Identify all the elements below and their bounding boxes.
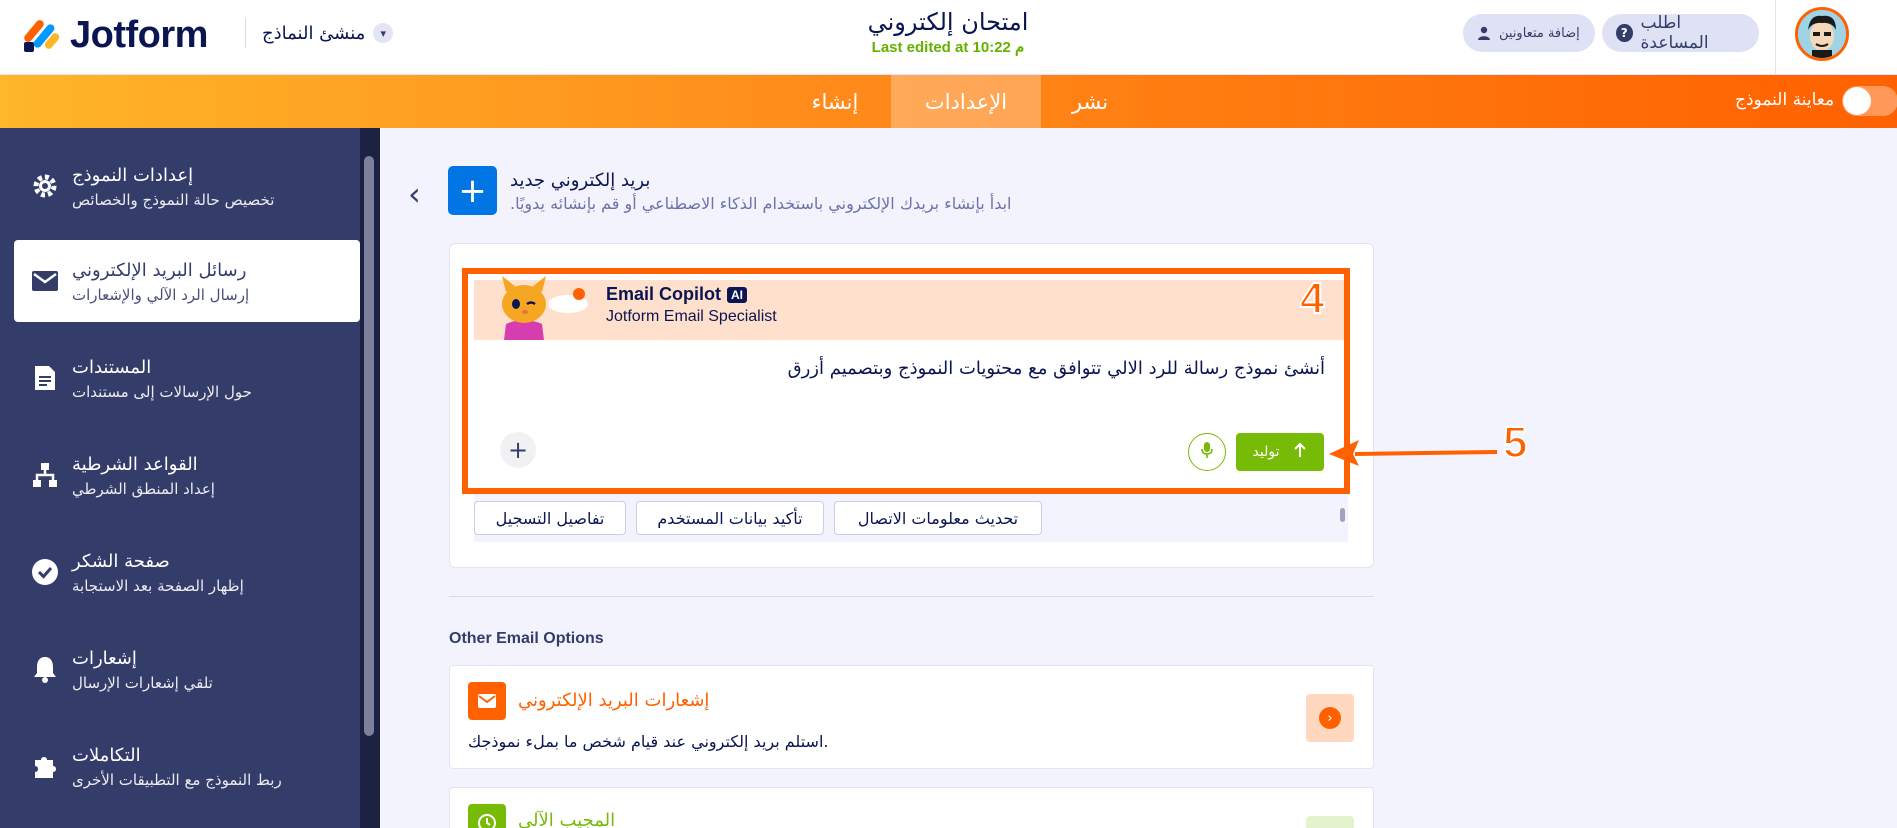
add-collaborators-button[interactable]: إضافة متعاونين <box>1463 14 1595 52</box>
chips-scrollbar[interactable] <box>1340 508 1345 522</box>
form-title-block: امتحان إلكتروني Last edited at 10:22 م <box>848 8 1048 56</box>
help-question-icon: ? <box>1616 24 1633 42</box>
clock-icon <box>468 804 506 828</box>
option-arrow-button[interactable] <box>1306 816 1354 828</box>
tab-publish[interactable]: نشر <box>1045 75 1135 128</box>
sidebar-item-subtitle: إظهار الصفحة بعد الاستجابة <box>72 577 244 595</box>
annotation-marker-4: 4 <box>1299 273 1326 324</box>
sidebar-item-notifications[interactable]: إشعارات تلقي إشعارات الإرسال <box>14 628 360 710</box>
preview-form-label: معاينة النموذج <box>1735 90 1835 110</box>
divider <box>245 18 246 48</box>
sidebar-item-subtitle: ربط النموذج مع التطبيقات الأخرى <box>72 771 282 789</box>
other-email-options-title: Other Email Options <box>449 630 604 647</box>
sidebar-item-subtitle: إرسال الرد الآلي والإشعارات <box>72 286 250 304</box>
option-title: المجيب الآلي <box>518 810 616 828</box>
suggestion-chip[interactable]: تحديث معلومات الاتصال <box>834 501 1042 535</box>
jotform-logo-icon <box>22 16 61 54</box>
form-builder-dropdown[interactable]: منشئ النماذج ▾ <box>262 18 394 48</box>
sidebar-item-title: القواعد الشرطية <box>72 454 198 475</box>
sidebar-item-title: التكاملات <box>72 745 141 766</box>
sidebar-item-form-settings[interactable]: إعدادات النموذج تخصيص حالة النموذج والخص… <box>14 145 360 227</box>
sidebar-item-subtitle: تخصيص حالة النموذج والخصائص <box>72 191 275 209</box>
annotation-arrow-icon <box>1329 440 1498 466</box>
scrollbar-thumb[interactable] <box>364 156 374 736</box>
flow-icon <box>30 460 60 490</box>
sidebar-item-documents[interactable]: المستندات حول الإرسالات إلى مستندات <box>14 337 360 419</box>
annotation-marker-5: 5 <box>1502 417 1529 468</box>
sidebar-item-title: إعدادات النموذج <box>72 165 194 186</box>
option-title: إشعارات البريد الإلكتروني <box>518 690 710 711</box>
add-collaborators-label: إضافة متعاونين <box>1499 25 1580 41</box>
sidebar-item-integrations[interactable]: التكاملات ربط النموذج مع التطبيقات الأخر… <box>14 725 360 807</box>
sidebar-item-conditions[interactable]: القواعد الشرطية إعداد المنطق الشرطي <box>14 434 360 516</box>
form-builder-label: منشئ النماذج <box>262 22 366 44</box>
annotation-highlight-box <box>462 268 1350 494</box>
user-avatar[interactable] <box>1795 7 1849 61</box>
logo-text: Jotform <box>70 13 208 56</box>
jotform-logo[interactable]: Jotform <box>22 10 208 60</box>
get-help-label: اطلب المساعدة <box>1640 13 1709 53</box>
add-new-email-button[interactable]: + <box>448 166 497 215</box>
document-icon <box>30 363 60 393</box>
option-arrow-button[interactable]: › <box>1306 694 1354 742</box>
new-email-subtitle: .ابدأ بإنشاء بريدك الإلكتروني باستخدام ا… <box>510 194 1012 213</box>
tab-build[interactable]: إنشاء <box>790 75 880 128</box>
separator <box>449 596 1374 597</box>
puzzle-icon <box>30 751 60 781</box>
sidebar-item-title: صفحة الشكر <box>72 551 170 572</box>
gear-icon <box>30 171 60 201</box>
user-icon <box>1477 26 1491 40</box>
builder-navbar: إنشاء الإعدادات نشر معاينة النموذج <box>0 75 1897 128</box>
settings-sidebar: إعدادات النموذج تخصيص حالة النموذج والخص… <box>0 128 380 828</box>
suggestion-chip[interactable]: تأكيد بيانات المستخدم <box>636 501 824 535</box>
form-title[interactable]: امتحان إلكتروني <box>848 8 1048 36</box>
preview-form-toggle[interactable] <box>1842 86 1897 116</box>
chevron-right-icon: › <box>1319 707 1341 729</box>
option-card-autoresponder[interactable]: المجيب الآلي <box>449 787 1374 828</box>
back-chevron-icon[interactable]: ‹ <box>408 175 421 213</box>
email-notification-icon <box>468 682 506 720</box>
envelope-icon <box>30 266 60 296</box>
toggle-knob <box>1843 87 1871 115</box>
sidebar-item-thank-you-page[interactable]: صفحة الشكر إظهار الصفحة بعد الاستجابة <box>14 531 360 613</box>
check-circle-icon <box>30 557 60 587</box>
sidebar-item-subtitle: إعداد المنطق الشرطي <box>72 480 215 498</box>
sidebar-item-title: إشعارات <box>72 648 137 669</box>
last-edited-status: Last edited at 10:22 م <box>871 39 1025 56</box>
tab-settings[interactable]: الإعدادات <box>891 75 1041 128</box>
sidebar-scrollbar[interactable] <box>360 128 380 828</box>
bell-icon <box>30 654 60 684</box>
sidebar-item-title: رسائل البريد الإلكتروني <box>72 260 247 281</box>
new-email-title: بريد إلكتروني جديد <box>510 170 651 191</box>
sidebar-item-subtitle: حول الإرسالات إلى مستندات <box>72 383 252 401</box>
top-bar: Jotform منشئ النماذج ▾ امتحان إلكتروني L… <box>0 0 1897 75</box>
option-description: .استلم بريد إلكتروني عند قيام شخص ما بمل… <box>468 732 829 751</box>
option-card-email-notifications[interactable]: إشعارات البريد الإلكتروني .استلم بريد إل… <box>449 665 1374 769</box>
suggestion-chip[interactable]: تفاصيل التسجيل <box>474 501 626 535</box>
sidebar-item-emails[interactable]: رسائل البريد الإلكتروني إرسال الرد الآلي… <box>14 240 360 322</box>
sidebar-item-subtitle: تلقي إشعارات الإرسال <box>72 674 213 692</box>
chevron-down-icon: ▾ <box>373 23 394 43</box>
sidebar-item-title: المستندات <box>72 357 152 378</box>
get-help-button[interactable]: ? اطلب المساعدة <box>1602 13 1759 53</box>
divider <box>1775 0 1776 75</box>
